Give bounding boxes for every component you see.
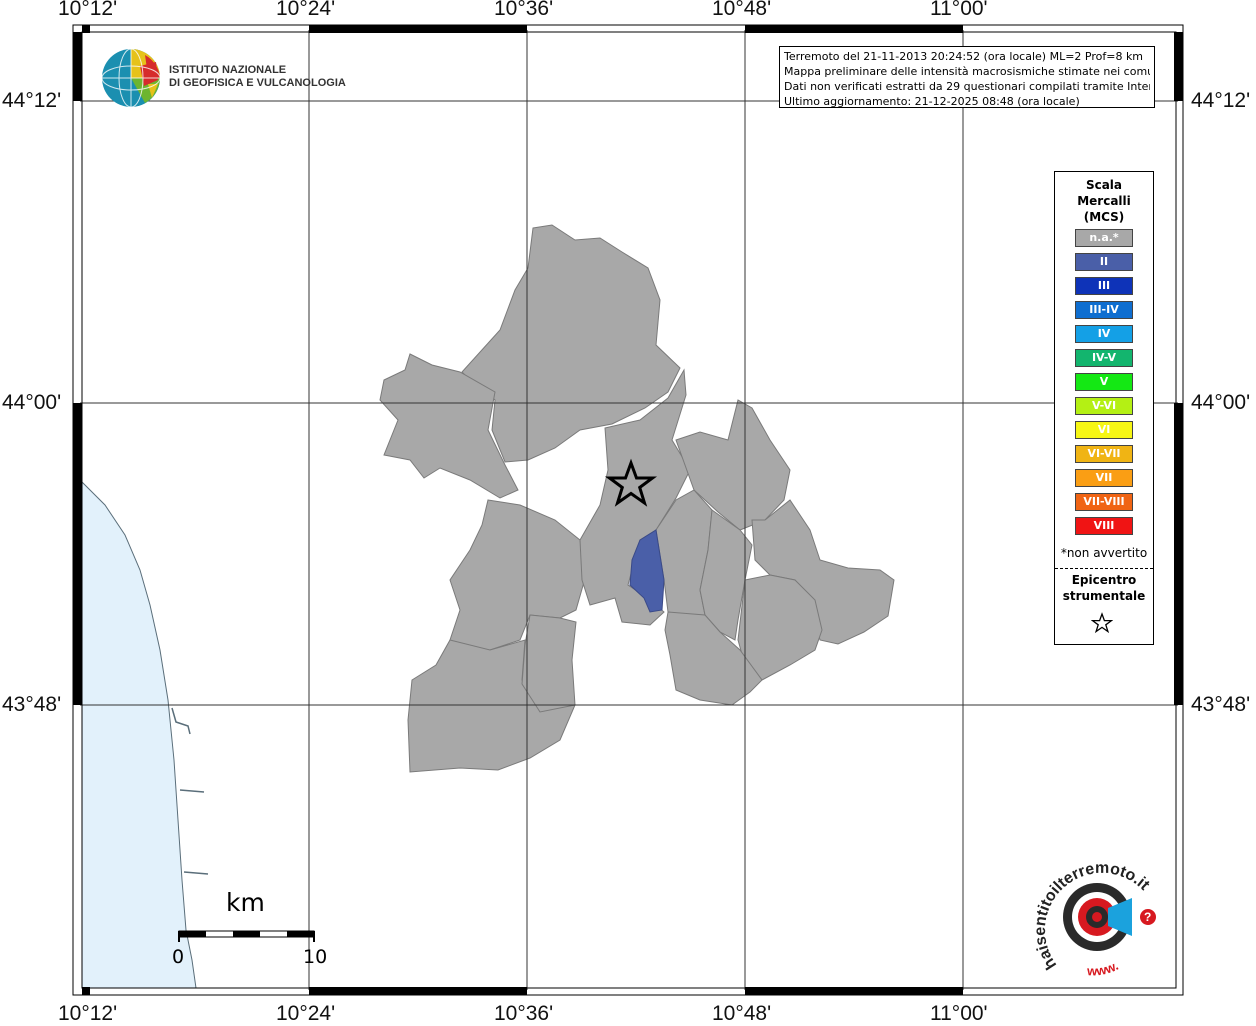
lon-label-bottom-3: 10°36' — [494, 1002, 554, 1025]
haisentito-badge-text: haisentitoilterremoto.it www. ? — [1032, 860, 1153, 979]
legend-item: VII-VIII — [1075, 493, 1133, 511]
lat-label-left-3: 43°48' — [2, 693, 62, 716]
legend-separator — [1055, 568, 1153, 569]
legend-item: IV-V — [1075, 349, 1133, 367]
lon-label-top-4: 10°48' — [712, 0, 772, 20]
badge-www-text: www. — [1086, 958, 1121, 979]
legend-epicenter-1: Epicentro — [1071, 573, 1137, 587]
legend-item: V — [1075, 373, 1133, 391]
event-info-line-4: Ultimo aggiornamento: 21-12-2025 08:48 (… — [784, 95, 1080, 108]
legend-note: *non avvertito — [1060, 546, 1148, 560]
scale-end: 10 — [303, 946, 328, 968]
legend-title-2: Mercalli — [1077, 194, 1131, 208]
scale-start: 0 — [172, 946, 185, 968]
lon-label-bottom-5: 11°00' — [930, 1002, 988, 1025]
legend-item: VIII — [1075, 517, 1133, 535]
scale-unit: km — [226, 888, 265, 917]
event-info-line-2: Mappa preliminare delle intensità macros… — [784, 65, 1150, 78]
legend-item: VI-VII — [1075, 445, 1133, 463]
legend-title-3: (MCS) — [1083, 210, 1125, 224]
logo-text: ISTITUTO NAZIONALE DI GEOFISICA E VULCAN… — [169, 64, 346, 90]
mcs-legend: Scala Mercalli (MCS) n.a.* II III III-IV IV I… — [1054, 171, 1154, 645]
logo-line-2: DI GEOFISICA E VULCANOLOGIA — [169, 77, 346, 89]
legend-item: n.a.* — [1075, 229, 1133, 247]
lon-label-top-5: 11°00' — [930, 0, 988, 20]
svg-text:www.: www. — [1086, 958, 1121, 979]
legend-item: VI — [1075, 421, 1133, 439]
legend-epicenter-2: strumentale — [1062, 589, 1146, 603]
legend-title-1: Scala — [1085, 178, 1123, 192]
legend-item: VII — [1075, 469, 1133, 487]
lon-label-top-1: 10°12' — [58, 0, 118, 20]
badge-site-text: haisentitoilterremoto.it — [1032, 860, 1153, 972]
event-info-line-1: Terremoto del 21-11-2013 20:24:52 (ora l… — [784, 50, 1144, 63]
lat-label-right-3: 43°48' — [1191, 693, 1251, 716]
lon-label-bottom-1: 10°12' — [58, 1002, 118, 1025]
lat-label-right-1: 44°12' — [1191, 89, 1251, 112]
lat-label-right-2: 44°00' — [1191, 391, 1251, 414]
legend-item: IV — [1075, 325, 1133, 343]
legend-item: V-VI — [1075, 397, 1133, 415]
svg-text:haisentitoilterremoto.it: haisentitoilterremoto.it — [1032, 860, 1153, 972]
legend-item: III-IV — [1075, 301, 1133, 319]
lon-label-top-3: 10°36' — [494, 0, 554, 20]
event-info-line-3: Dati non verificati estratti da 29 quest… — [784, 80, 1150, 93]
municipality-south-central — [521, 614, 577, 713]
legend-star-icon — [1091, 612, 1113, 634]
logo-line-1: ISTITUTO NAZIONALE — [169, 64, 287, 76]
ingv-logo-icon — [101, 48, 161, 108]
lon-label-bottom-4: 10°48' — [712, 1002, 772, 1025]
lon-label-bottom-2: 10°24' — [276, 1002, 336, 1025]
badge-question-text: ? — [1144, 910, 1151, 924]
legend-item: III — [1075, 277, 1133, 295]
lat-label-left-2: 44°00' — [2, 391, 62, 414]
event-info-box: Terremoto del 21-11-2013 20:24:52 (ora l… — [779, 46, 1155, 108]
lat-label-left-1: 44°12' — [2, 89, 62, 112]
legend-item: II — [1075, 253, 1133, 271]
lon-label-top-2: 10°24' — [276, 0, 336, 20]
